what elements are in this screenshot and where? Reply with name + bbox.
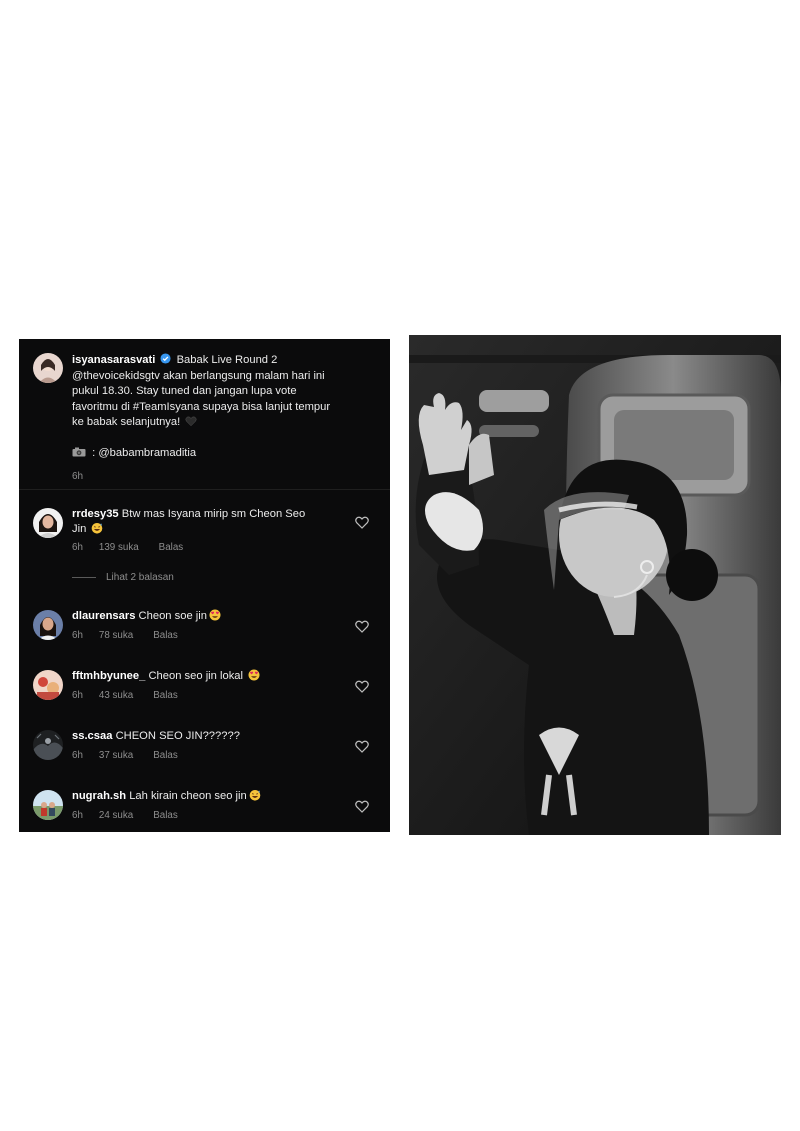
poster-avatar[interactable] (33, 353, 63, 383)
commenter-avatar[interactable] (33, 508, 63, 538)
comment-likes[interactable]: 24 suka (99, 810, 133, 821)
poster-username[interactable]: isyanasarasvati (72, 354, 155, 366)
grinning-sweat-emoji-icon (249, 790, 261, 801)
comment-username[interactable]: nugrah.sh (72, 790, 126, 802)
reply-button[interactable]: Balas (153, 810, 178, 821)
comment-body: Cheon seo jin lokal (148, 670, 243, 682)
comment-item: fftmhbyunee_ Cheon seo jin lokal 6h 43 s… (19, 664, 390, 724)
caption-line: @thevoicekidsgtv akan berlangsung malam … (72, 369, 325, 382)
comment-meta: 6h 24 suka Balas (72, 810, 178, 821)
comment-username[interactable]: rrdesy35 (72, 508, 119, 520)
commenter-avatar[interactable] (33, 610, 63, 640)
caption-divider (19, 489, 390, 490)
instagram-comments-panel: isyanasarasvati Babak Live Round 2 @thev… (19, 339, 390, 832)
commenter-avatar[interactable] (33, 790, 63, 820)
view-replies-line (72, 577, 96, 578)
comment-username[interactable]: fftmhbyunee_ (72, 670, 145, 682)
comment-meta: 6h 43 suka Balas (72, 690, 178, 701)
heart-eyes-emoji-icon (209, 609, 221, 621)
heart-outline-icon[interactable] (355, 680, 369, 693)
comment-meta: 6h 37 suka Balas (72, 750, 178, 761)
comment-text: nugrah.sh Lah kirain cheon seo jin (72, 789, 342, 804)
comment-item: rrdesy35 Btw mas Isyana mirip sm Cheon S… (19, 502, 390, 562)
grinning-sweat-emoji-icon (92, 522, 103, 534)
comment-text: fftmhbyunee_ Cheon seo jin lokal (72, 669, 342, 684)
view-replies-label: Lihat 2 balasan (106, 572, 174, 583)
comment-likes[interactable]: 43 suka (99, 690, 133, 701)
photo-credit[interactable]: : @babambramaditia (92, 447, 196, 459)
black-heart-emoji-icon (185, 416, 197, 427)
comment-body-cont: Jin (72, 522, 87, 535)
heart-outline-icon[interactable] (355, 620, 369, 633)
comment-likes[interactable]: 78 suka (99, 630, 133, 641)
comment-time: 6h (72, 542, 83, 553)
view-replies-toggle[interactable]: Lihat 2 balasan (72, 572, 174, 583)
heart-eyes-emoji-icon (248, 669, 260, 681)
reply-button[interactable]: Balas (153, 630, 178, 641)
comment-body: Btw mas Isyana mirip sm Cheon Seo (121, 508, 306, 520)
reply-button[interactable]: Balas (159, 542, 184, 553)
caption-line: favoritmu di #TeamIsyana supaya bisa lan… (72, 400, 331, 413)
photo-illustration (409, 335, 781, 835)
black-and-white-photo (409, 335, 781, 835)
verified-badge-icon (160, 353, 172, 364)
comment-body: Cheon soe jin (138, 610, 207, 622)
comment-time: 6h (72, 630, 83, 641)
comment-likes[interactable]: 37 suka (99, 750, 133, 761)
comment-item: dlaurensars Cheon soe jin 6h 78 suka Bal… (19, 604, 390, 664)
comment-time: 6h (72, 810, 83, 821)
comment-text: dlaurensars Cheon soe jin (72, 609, 342, 624)
comment-username[interactable]: ss.csaa (72, 730, 112, 742)
comment-username[interactable]: dlaurensars (72, 610, 135, 622)
post-timestamp: 6h (72, 470, 84, 482)
comment-body: CHEON SEO JIN?????? (115, 730, 240, 742)
comment-text: ss.csaa CHEON SEO JIN?????? (72, 729, 342, 744)
comment-likes[interactable]: 139 suka (99, 542, 139, 553)
caption-line: ke babak selanjutnya! (72, 416, 181, 429)
comment-time: 6h (72, 690, 83, 701)
post-caption: isyanasarasvati Babak Live Round 2 @thev… (19, 339, 390, 489)
comment-text: rrdesy35 Btw mas Isyana mirip sm Cheon S… (72, 507, 342, 536)
heart-outline-icon[interactable] (355, 516, 369, 529)
comment-item: ss.csaa CHEON SEO JIN?????? 6h 37 suka B… (19, 724, 390, 784)
heart-outline-icon[interactable] (355, 800, 369, 813)
comment-body: Lah kirain cheon seo jin (129, 790, 247, 802)
caption-line: Babak Live Round 2 (176, 354, 278, 366)
caption-line: pukul 18.30. Stay tuned dan jangan lupa … (72, 385, 297, 398)
commenter-avatar[interactable] (33, 730, 63, 760)
caption-text: isyanasarasvati Babak Live Round 2 @thev… (72, 353, 372, 484)
reply-button[interactable]: Balas (153, 690, 178, 701)
comment-meta: 6h 78 suka Balas (72, 630, 178, 641)
comment-time: 6h (72, 750, 83, 761)
reply-button[interactable]: Balas (153, 750, 178, 761)
comment-meta: 6h 139 suka Balas (72, 542, 183, 553)
comment-item: nugrah.sh Lah kirain cheon seo jin 6h 24… (19, 784, 390, 832)
camera-icon (72, 447, 86, 457)
commenter-avatar[interactable] (33, 670, 63, 700)
heart-outline-icon[interactable] (355, 740, 369, 753)
